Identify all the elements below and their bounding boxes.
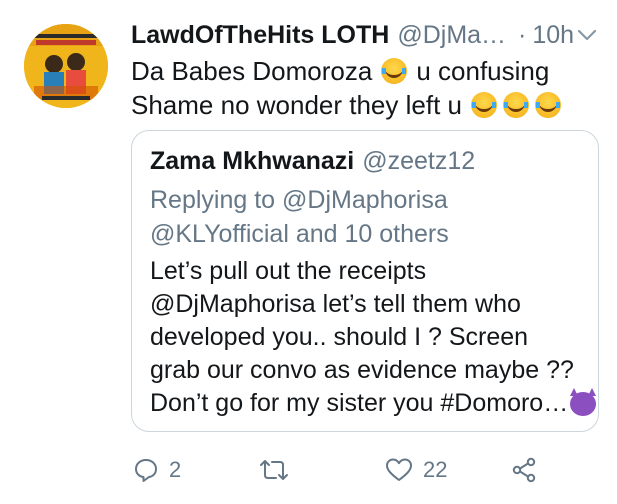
replying-to-line-2[interactable]: @KLYofficial and 10 others	[150, 217, 449, 251]
quoted-text-line-5-text: Don’t go for my sister you #Domoro…	[150, 389, 569, 417]
tweet: LawdOfTheHits LOTH @DjMa… · 10h Da Babes…	[0, 0, 617, 504]
replying-to-line-1[interactable]: Replying to @DjMaphorisa	[150, 183, 449, 217]
replying-to: Replying to @DjMaphorisa @KLYofficial an…	[150, 183, 449, 251]
retweet-icon	[260, 460, 288, 480]
quoted-tweet-author: Zama Mkhwanazi @zeetz12	[150, 147, 475, 176]
reply-button[interactable]: 2	[133, 450, 181, 490]
tweet-text-part: Shame no wonder they left u	[131, 90, 462, 120]
avatar[interactable]	[24, 24, 108, 108]
quoted-text-line-2: @DjMaphorisa let’s tell them who	[150, 290, 521, 318]
tweet-text-part: u confusing	[416, 56, 550, 86]
tears-of-joy-icon	[534, 92, 561, 118]
quoted-text-line-3: developed you.. should I ? Screen	[150, 323, 529, 351]
separator-dot: ·	[518, 20, 527, 49]
display-name[interactable]: LawdOfTheHits LOTH	[131, 21, 389, 50]
quoted-text-line-5: Don’t go for my sister you #Domoro…	[150, 387, 610, 420]
chevron-down-icon[interactable]	[575, 23, 599, 47]
share-button[interactable]	[511, 450, 537, 490]
quoted-user-handle: @zeetz12	[362, 147, 476, 175]
tweet-actions: 2 22	[131, 450, 551, 490]
retweet-button[interactable]	[259, 450, 299, 490]
tweet-text: Da Babes Domoroza u confusing Shame no w…	[131, 54, 601, 122]
share-icon	[512, 457, 536, 483]
tweet-header: LawdOfTheHits LOTH @DjMa… · 10h	[131, 18, 599, 52]
tears-of-joy-icon	[502, 92, 529, 118]
avatar-artwork	[24, 24, 108, 108]
tears-of-joy-icon	[470, 92, 497, 118]
comment-icon	[135, 459, 157, 482]
user-handle[interactable]: @DjMa…	[397, 21, 506, 50]
quoted-display-name: Zama Mkhwanazi	[150, 147, 355, 175]
reply-count: 2	[169, 457, 182, 482]
quoted-text-line-4: grab our convo as evidence maybe ??	[150, 356, 574, 384]
heart-icon	[386, 458, 412, 481]
tweet-text-line-1: Da Babes Domoroza u confusing	[131, 54, 601, 88]
quoted-tweet[interactable]: Zama Mkhwanazi @zeetz12 Replying to @DjMa…	[131, 130, 599, 432]
smiling-devil-icon	[570, 388, 597, 417]
like-button[interactable]: 22	[385, 450, 447, 490]
tears-of-joy-icon	[381, 58, 408, 84]
like-count: 22	[423, 457, 448, 482]
quoted-tweet-text: Let’s pull out the receipts @DjMaphorisa…	[150, 255, 610, 420]
timestamp[interactable]: 10h	[532, 21, 574, 50]
tweet-text-part: Da Babes Domoroza	[131, 56, 373, 86]
quoted-text-line-1: Let’s pull out the receipts	[150, 257, 427, 285]
tweet-text-line-2: Shame no wonder they left u	[131, 88, 601, 122]
